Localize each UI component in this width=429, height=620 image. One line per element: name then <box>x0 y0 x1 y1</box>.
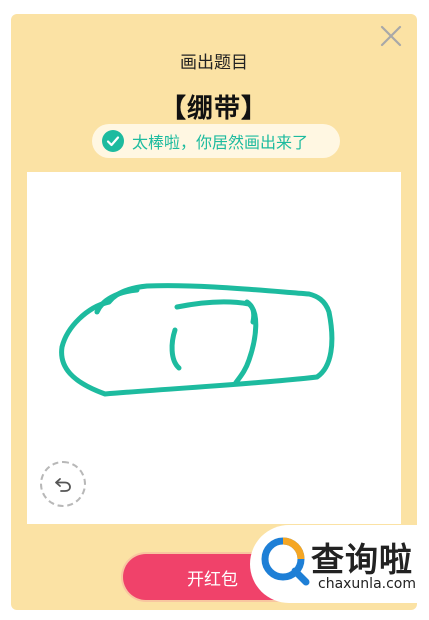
target-word: 【绷带】 <box>159 94 268 124</box>
success-message: 太棒啦，你居然画出来了 <box>132 133 309 152</box>
close-icon <box>380 25 402 47</box>
draw-result-dialog: 画出题目 【绷带】 太棒啦，你居然画出来了 开红包 <box>11 14 417 610</box>
watermark-name: 查询啦 <box>311 540 413 579</box>
user-drawing <box>59 283 335 397</box>
magnifier-logo-icon <box>261 537 310 586</box>
check-circle-icon <box>102 130 124 152</box>
close-button[interactable] <box>377 22 405 50</box>
undo-button[interactable] <box>40 461 86 507</box>
drawing-canvas[interactable] <box>27 172 401 524</box>
prompt-hint: 画出题目 <box>180 53 248 73</box>
success-banner: 太棒啦，你居然画出来了 <box>92 124 340 158</box>
watermark-domain: chaxunla.com <box>318 576 416 592</box>
watermark: 查询啦 chaxunla.com <box>250 525 429 603</box>
undo-icon <box>55 478 71 492</box>
